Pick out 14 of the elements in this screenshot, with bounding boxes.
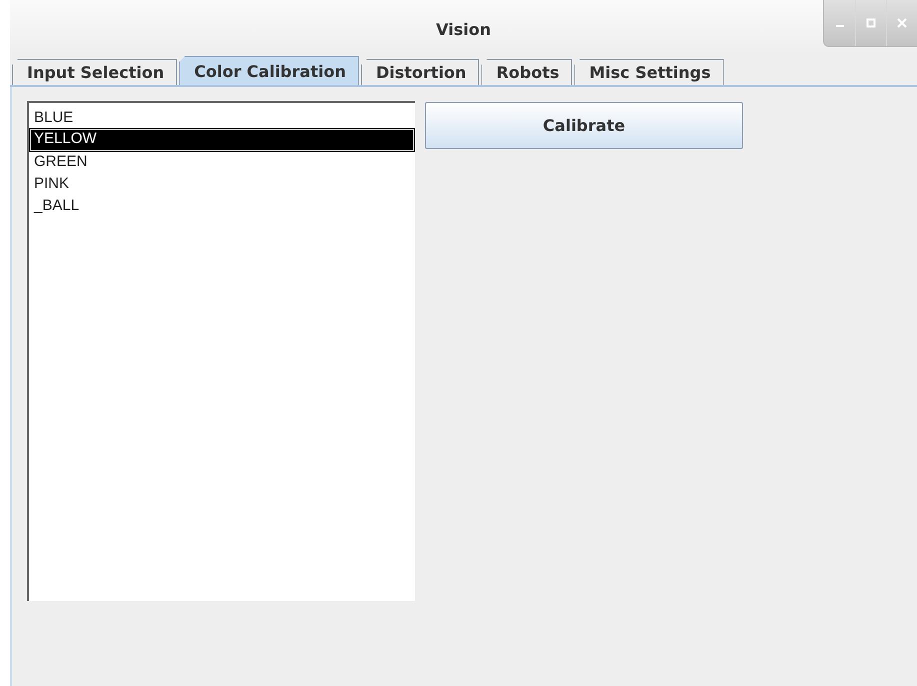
- maximize-icon[interactable]: [866, 18, 876, 28]
- tab[interactable]: Misc Settings: [574, 59, 724, 85]
- calibrate-button[interactable]: Calibrate: [425, 102, 743, 149]
- tab[interactable]: Distortion: [360, 59, 480, 85]
- tab[interactable]: Color Calibration: [179, 56, 359, 85]
- list-item[interactable]: PINK: [30, 173, 414, 195]
- tab[interactable]: Robots: [481, 59, 572, 85]
- window-title: Vision: [436, 20, 491, 39]
- list-item[interactable]: YELLOW: [30, 129, 414, 151]
- list-item[interactable]: _BALL: [30, 195, 414, 217]
- list-item[interactable]: GREEN: [30, 151, 414, 173]
- close-icon[interactable]: [897, 18, 907, 28]
- tab[interactable]: Input Selection: [12, 59, 178, 85]
- list-item[interactable]: BLUE: [30, 107, 414, 129]
